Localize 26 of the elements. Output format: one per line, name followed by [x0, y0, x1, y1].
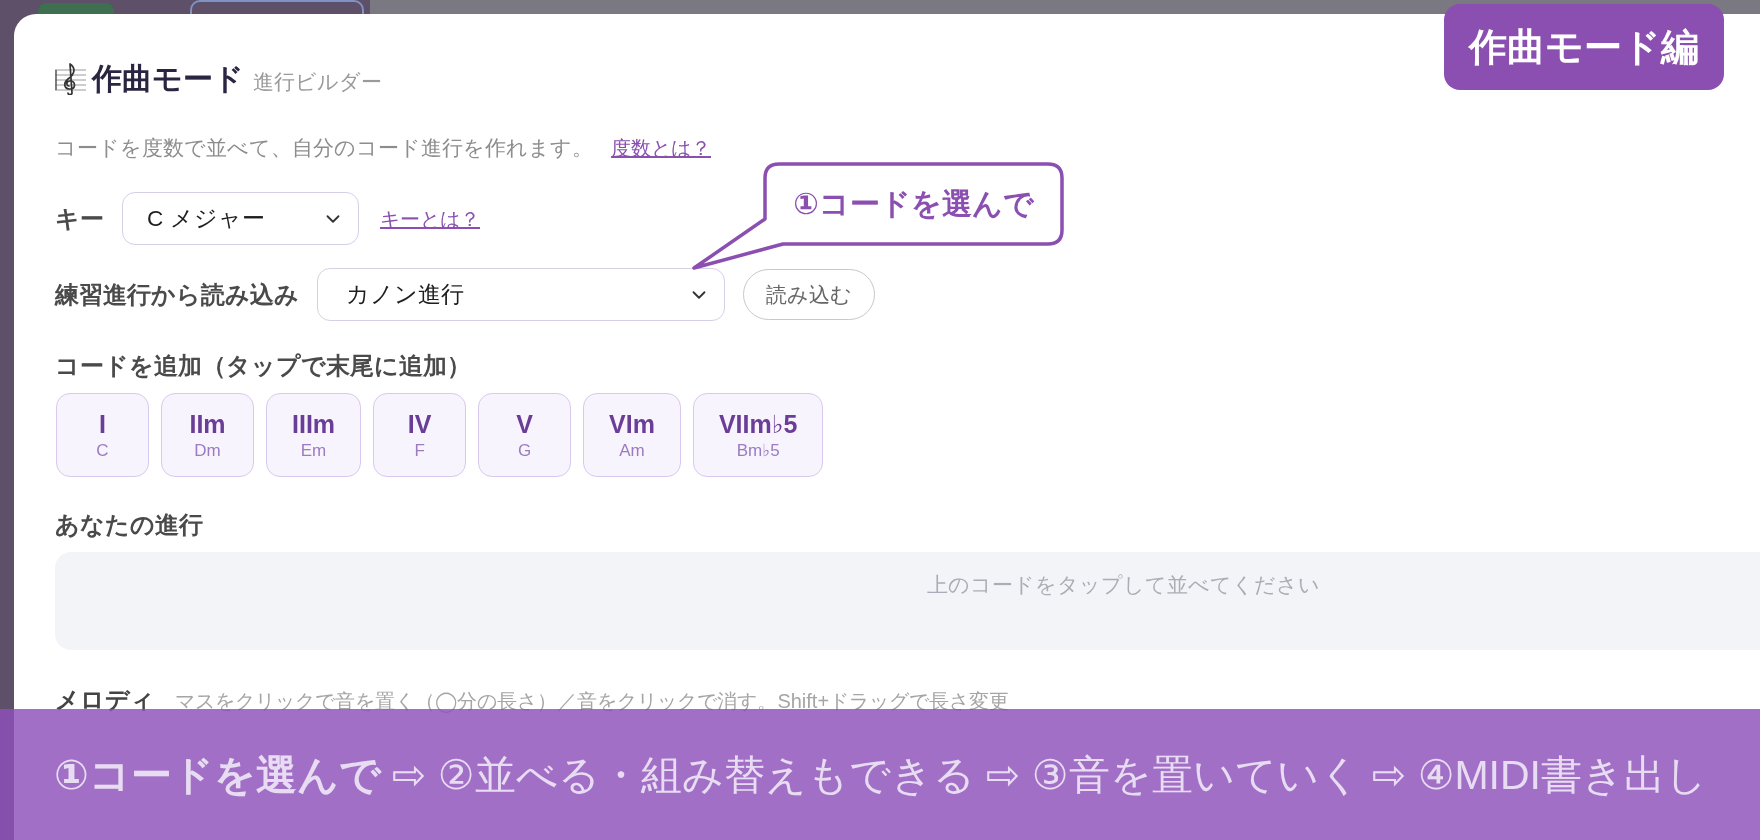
preset-select[interactable]: カノン進行	[317, 268, 725, 321]
load-button[interactable]: 読み込む	[743, 269, 875, 320]
progression-title: あなたの進行	[55, 511, 203, 540]
caption-text: ①コードを選んで ⇨ ②並べる・組み替えもできる ⇨ ③音を置いていく ⇨ ④MIDI書き出し	[54, 750, 1707, 800]
key-help-link[interactable]: キーとは？	[380, 203, 480, 234]
chord-button[interactable]: VIIm♭5 Bm♭5	[692, 393, 824, 477]
empty-hint: 上のコードをタップして並べてください	[927, 573, 1320, 596]
melody-title: メロディ	[55, 685, 155, 715]
chord-button[interactable]: IIm Dm	[161, 393, 254, 477]
key-select[interactable]: C メジャー	[122, 192, 359, 245]
key-label: キー	[55, 204, 104, 234]
chord-button[interactable]: VIm Am	[583, 393, 681, 477]
melody-hint: マスをクリックで音を置く（◯分の長さ）／音をクリックで消す。Shift+ドラッグで長さ変更	[175, 689, 1010, 715]
chord-button[interactable]: IV F	[373, 393, 467, 477]
preset-label: 練習進行から読み込み	[55, 280, 299, 310]
chord-section-title: コードを追加（タップで末尾に追加）	[55, 352, 471, 381]
page-title: 作曲モード	[92, 61, 244, 97]
callout-text: ①コードを選んで	[793, 186, 1034, 222]
chord-button[interactable]: I C	[56, 393, 149, 477]
mode-banner: 作曲モード編	[1444, 4, 1724, 90]
music-score-icon	[55, 63, 86, 95]
chord-button[interactable]: IIIm Em	[266, 393, 362, 477]
page-subtitle: 進行ビルダー	[253, 69, 382, 95]
degree-help-link[interactable]: 度数とは？	[611, 133, 711, 163]
intro-text: コードを度数で並べて、自分のコード進行を作れます。	[55, 135, 593, 161]
chord-button[interactable]: V G	[478, 393, 572, 477]
